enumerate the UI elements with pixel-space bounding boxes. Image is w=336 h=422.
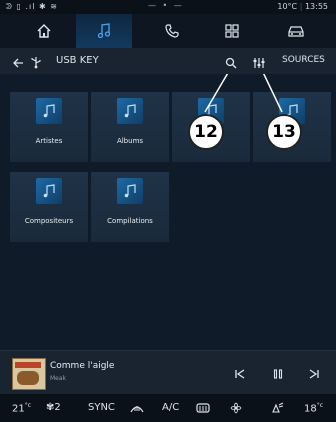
apps-icon xyxy=(225,24,239,38)
next-icon xyxy=(309,369,319,379)
status-center-indicator: — • — xyxy=(148,1,184,10)
usb-icon xyxy=(30,54,42,73)
sort-filter-icon xyxy=(253,58,265,68)
rear-defrost-button[interactable] xyxy=(196,402,210,417)
main-tabs xyxy=(0,14,336,50)
seat-airflow-icon xyxy=(272,402,284,413)
search-icon xyxy=(225,57,237,69)
back-arrow-icon xyxy=(13,58,23,68)
tab-apps[interactable] xyxy=(204,14,260,48)
right-temp-value: 18 xyxy=(304,403,317,415)
right-temperature[interactable]: 18°c xyxy=(304,402,323,414)
climate-bar: 21°c ✾2 SYNC A/C 18°c xyxy=(0,394,336,422)
source-title: USB KEY xyxy=(56,55,99,66)
car-icon xyxy=(288,25,304,37)
tab-music[interactable] xyxy=(76,14,132,50)
now-playing-bar[interactable]: Comme l'aigle Meak xyxy=(0,350,336,395)
front-defrost-icon xyxy=(130,406,144,413)
fan-value: 2 xyxy=(54,402,61,413)
fan-speed[interactable]: ✾2 xyxy=(46,402,61,413)
status-bar: ᕲ ▯ .ıl ✱ ≋ — • — 10°C | 13:55 xyxy=(0,0,336,14)
status-icons: ᕲ ▯ .ıl ✱ ≋ xyxy=(6,2,58,11)
previous-icon xyxy=(235,369,245,379)
rear-defrost-icon xyxy=(196,403,210,413)
sync-button[interactable]: SYNC xyxy=(88,402,115,413)
right-temp-unit: °c xyxy=(316,402,324,409)
seat-heat-button[interactable] xyxy=(270,402,284,417)
album-cover xyxy=(12,358,46,390)
left-temp-value: 21 xyxy=(12,403,25,415)
next-button[interactable] xyxy=(308,365,320,384)
status-right: 10°C | 13:55 xyxy=(277,2,328,11)
category-grid: Artistes Albums ...ux Compositeurs Compi… xyxy=(0,74,336,350)
sources-button[interactable]: SOURCES xyxy=(282,55,325,65)
pause-button[interactable] xyxy=(272,365,284,384)
music-icon xyxy=(97,23,111,39)
tab-home[interactable] xyxy=(16,14,72,48)
callout-13: 13 xyxy=(266,114,302,150)
tab-car[interactable] xyxy=(268,14,324,48)
home-icon xyxy=(37,24,51,38)
search-button[interactable] xyxy=(225,54,237,73)
sort-button[interactable] xyxy=(252,54,265,73)
fan-icon xyxy=(230,402,242,414)
callout-12: 12 xyxy=(188,114,224,150)
outside-temperature: 10°C xyxy=(277,2,298,11)
track-artist: Meak xyxy=(50,375,67,382)
pause-icon xyxy=(273,369,283,379)
track-title: Comme l'aigle xyxy=(50,361,115,371)
left-temperature[interactable]: 21°c xyxy=(12,402,31,414)
browse-toolbar: USB KEY SOURCES xyxy=(0,48,336,74)
fan-button[interactable] xyxy=(230,402,242,417)
ac-button[interactable]: A/C xyxy=(162,402,179,413)
back-button[interactable] xyxy=(12,54,24,73)
previous-button[interactable] xyxy=(234,365,246,384)
defrost-front-button[interactable] xyxy=(130,402,144,417)
phone-icon xyxy=(165,24,179,38)
left-temp-unit: °c xyxy=(24,402,32,409)
tab-phone[interactable] xyxy=(144,14,200,48)
clock: 13:55 xyxy=(304,2,328,11)
